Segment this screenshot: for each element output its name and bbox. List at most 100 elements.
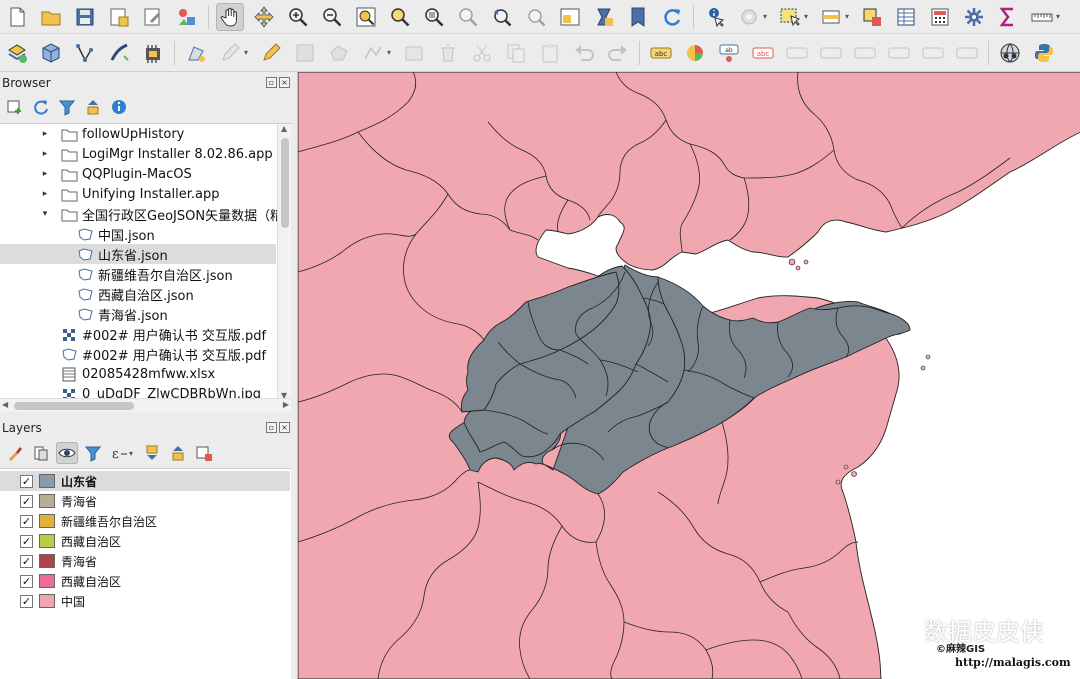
- refresh-browser-icon[interactable]: [30, 96, 52, 118]
- browser-tree-item[interactable]: 新疆维吾尔自治区.json: [0, 264, 276, 284]
- new-geopackage-layer-icon[interactable]: [37, 39, 65, 67]
- select-by-value-icon[interactable]: [817, 3, 845, 31]
- browser-tree-item[interactable]: ▾ 全国行政区GeoJSON矢量数据（精: [0, 204, 283, 224]
- layer-row[interactable]: ✓ 西藏自治区: [0, 571, 290, 591]
- open-project-icon[interactable]: [37, 3, 65, 31]
- layer-row[interactable]: ✓ 新疆维吾尔自治区: [0, 511, 290, 531]
- edit-pencil-icon[interactable]: [216, 39, 244, 67]
- remove-layer-icon[interactable]: [193, 442, 215, 464]
- browser-tree-item[interactable]: 西藏自治区.json: [0, 284, 276, 304]
- new-shapefile-layer-icon[interactable]: [71, 39, 99, 67]
- map-canvas[interactable]: [297, 72, 1080, 679]
- highlight-labels-icon[interactable]: abc: [749, 39, 777, 67]
- layer-symbol-swatch[interactable]: [39, 534, 55, 548]
- zoom-to-selection-icon[interactable]: [386, 3, 414, 31]
- browser-tree-item[interactable]: 0_uDgDF_ZlwCDBRbWn.jpg: [0, 384, 276, 399]
- layer-row[interactable]: ✓ 青海省: [0, 551, 290, 571]
- filter-browser-icon[interactable]: [56, 96, 78, 118]
- zoom-native-icon[interactable]: [454, 3, 482, 31]
- browser-tree-item[interactable]: #002# 用户确认书 交互版.pdf: [0, 324, 276, 344]
- browser-tree-item[interactable]: ▸ QQPlugin-MacOS: [0, 164, 276, 184]
- temporal-controller-icon[interactable]: [590, 3, 618, 31]
- cut-features-icon[interactable]: [468, 39, 496, 67]
- layout-manager-icon[interactable]: [139, 3, 167, 31]
- layer-visibility-checkbox[interactable]: ✓: [20, 514, 33, 528]
- actions-icon[interactable]: [735, 3, 763, 31]
- copy-features-icon[interactable]: [502, 39, 530, 67]
- pan-map-icon[interactable]: [216, 2, 244, 31]
- actions-caret-icon[interactable]: ▾: [763, 12, 771, 21]
- zoom-out-icon[interactable]: [318, 3, 346, 31]
- toolbox-icon[interactable]: [960, 3, 988, 31]
- browser-tree-item[interactable]: 02085428mfww.xlsx: [0, 364, 276, 384]
- web-services-icon[interactable]: [996, 39, 1024, 67]
- expand-all-icon[interactable]: [141, 442, 163, 464]
- vertex-tool-icon[interactable]: [359, 39, 387, 67]
- toggle-editing-icon[interactable]: [257, 39, 285, 67]
- expand-arrow-icon[interactable]: ▸: [40, 169, 50, 179]
- expand-arrow-icon[interactable]: ▸: [40, 129, 50, 139]
- vertex-caret-icon[interactable]: ▾: [387, 48, 395, 57]
- browser-tree[interactable]: ▸ followUpHistory ▸ LogiMgr Installer 8.02.…: [0, 123, 291, 399]
- float-panel-icon[interactable]: ▫: [266, 77, 277, 88]
- label-tool-icon[interactable]: abc: [647, 39, 675, 67]
- manage-visibility-icon[interactable]: [56, 442, 78, 464]
- diagram-tool-icon[interactable]: [681, 39, 709, 67]
- close-panel-icon[interactable]: ×: [279, 77, 290, 88]
- attribute-table-icon[interactable]: [892, 3, 920, 31]
- browser-tree-item[interactable]: 山东省.json: [0, 244, 276, 264]
- label-tool-6-icon[interactable]: [953, 39, 981, 67]
- collapse-layers-icon[interactable]: [167, 442, 189, 464]
- field-calculator-icon[interactable]: [926, 3, 954, 31]
- zoom-last-icon[interactable]: [488, 3, 516, 31]
- add-selected-layers-icon[interactable]: [4, 96, 26, 118]
- close-layers-panel-icon[interactable]: ×: [279, 422, 290, 433]
- browser-tree-item[interactable]: ▸ Unifying Installer.app: [0, 184, 276, 204]
- collapse-all-icon[interactable]: [82, 96, 104, 118]
- style-manager-icon[interactable]: [173, 3, 201, 31]
- refresh-icon[interactable]: [658, 3, 686, 31]
- layer-visibility-checkbox[interactable]: ✓: [20, 554, 33, 568]
- layer-visibility-checkbox[interactable]: ✓: [20, 534, 33, 548]
- float-layers-panel-icon[interactable]: ▫: [266, 422, 277, 433]
- browser-horizontal-scrollbar[interactable]: ◀ ▶: [0, 398, 291, 412]
- measure-line-icon[interactable]: [1028, 3, 1056, 31]
- add-feature-icon[interactable]: [325, 39, 353, 67]
- layer-visibility-checkbox[interactable]: ✓: [20, 494, 33, 508]
- browser-tree-item[interactable]: #002# 用户确认书 交互版.pdf: [0, 344, 276, 364]
- new-print-layout-icon[interactable]: [105, 3, 133, 31]
- change-label-icon[interactable]: [851, 39, 879, 67]
- zoom-next-icon[interactable]: [522, 3, 550, 31]
- zoom-in-icon[interactable]: [284, 3, 312, 31]
- measure-caret-icon[interactable]: ▾: [1056, 12, 1064, 21]
- browser-vertical-scrollbar[interactable]: ▲ ▼: [277, 124, 291, 399]
- filter-by-expression-icon[interactable]: ε: [108, 442, 130, 464]
- properties-info-icon[interactable]: [108, 96, 130, 118]
- modify-attributes-icon[interactable]: [400, 39, 428, 67]
- open-data-source-manager-icon[interactable]: [3, 39, 31, 67]
- new-map-view-icon[interactable]: [556, 3, 584, 31]
- layer-symbol-swatch[interactable]: [39, 494, 55, 508]
- show-hide-labels-icon[interactable]: [885, 39, 913, 67]
- move-label-icon[interactable]: [783, 39, 811, 67]
- paste-features-icon[interactable]: [536, 39, 564, 67]
- python-console-icon[interactable]: [1030, 39, 1058, 67]
- add-group-icon[interactable]: [30, 442, 52, 464]
- filter-legend-icon[interactable]: [82, 442, 104, 464]
- layer-row[interactable]: ✓ 青海省: [0, 491, 290, 511]
- expression-caret-icon[interactable]: ▾: [129, 449, 137, 458]
- label-properties-icon[interactable]: [919, 39, 947, 67]
- layer-row[interactable]: ✓ 山东省: [0, 471, 290, 491]
- redo-icon[interactable]: [604, 39, 632, 67]
- layer-row[interactable]: ✓ 西藏自治区: [0, 531, 290, 551]
- new-project-icon[interactable]: [3, 3, 31, 31]
- expand-arrow-icon[interactable]: ▸: [40, 149, 50, 159]
- layer-visibility-checkbox[interactable]: ✓: [20, 594, 33, 608]
- browser-tree-item[interactable]: 青海省.json: [0, 304, 276, 324]
- layers-list[interactable]: ✓ 山东省 ✓ 青海省 ✓ 新疆维吾尔自治区 ✓ 西藏自治区 ✓ 青海省 ✓ 西藏自治区 ✓ 中国: [0, 468, 291, 679]
- rotate-label-icon[interactable]: [817, 39, 845, 67]
- digitize-shapes-icon[interactable]: [182, 39, 210, 67]
- pin-labels-icon[interactable]: ab: [715, 39, 743, 67]
- expand-arrow-open-icon[interactable]: ▾: [40, 209, 50, 219]
- statistical-summary-icon[interactable]: [994, 3, 1022, 31]
